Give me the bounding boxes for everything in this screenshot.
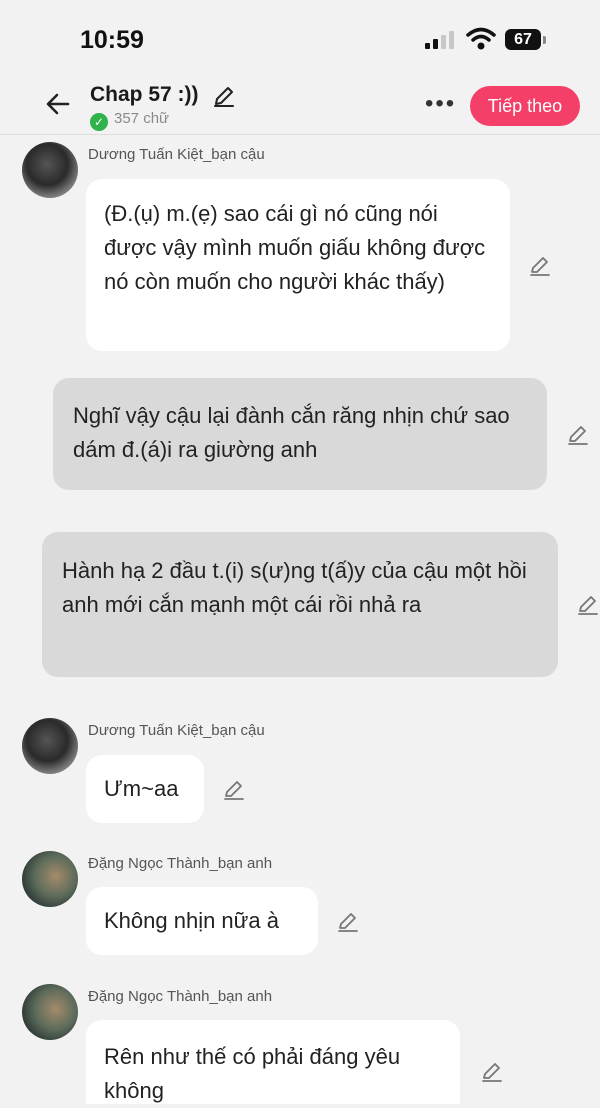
sender-name: Dương Tuấn Kiệt_bạn cậu [88,722,265,739]
header-divider [0,134,600,135]
narration-bubble[interactable]: Hành hạ 2 đầu t.(i) s(ư)ng t(ấ)y của cậu… [42,532,558,677]
edit-message-pencil-icon[interactable] [566,423,590,447]
message-bubble[interactable]: Rên như thế có phải đáng yêu không [86,1020,460,1104]
wifi-icon [466,27,496,50]
battery-nub [543,36,546,44]
word-count: ✓ 357 chữ [90,110,169,131]
next-chapter-button[interactable]: Tiếp theo [470,86,580,126]
status-time: 10:59 [80,26,144,54]
sender-name: Đặng Ngọc Thành_bạn anh [88,855,273,872]
edit-title-pencil-icon[interactable] [212,84,236,108]
avatar-kiet [22,142,78,198]
avatar-thanh [22,984,78,1040]
chapter-title: Chap 57 :)) [90,83,199,106]
edit-message-pencil-icon[interactable] [480,1060,504,1084]
sender-name: Đặng Ngọc Thành_bạn anh [88,988,273,1005]
message-bubble[interactable]: Không nhịn nữa à [86,887,318,955]
edit-message-pencil-icon[interactable] [336,910,360,934]
check-circle-icon: ✓ [90,113,108,131]
sender-name: Dương Tuấn Kiệt_bạn cậu [88,146,265,163]
more-options-icon[interactable]: ••• [425,90,456,118]
message-bubble[interactable]: (Đ.(ụ) m.(ẹ) sao cái gì nó cũng nói được… [86,179,510,351]
avatar-thanh [22,851,78,907]
message-bubble[interactable]: Ưm~aa [86,755,204,823]
status-bar: 10:59 67 [0,0,600,80]
chapter-header: Chap 57 :)) ✓ 357 chữ ••• Tiếp theo [0,80,600,136]
avatar-kiet [22,718,78,774]
word-count-text: 357 chữ [114,110,170,127]
narration-bubble[interactable]: Nghĩ vậy cậu lại đành cắn răng nhịn chứ … [53,378,547,490]
battery-level: 67 [505,29,541,50]
cellular-signal-icon [425,31,454,49]
edit-message-pencil-icon[interactable] [576,593,600,617]
back-arrow-icon[interactable] [44,90,72,118]
edit-message-pencil-icon[interactable] [222,778,246,802]
edit-message-pencil-icon[interactable] [528,254,552,278]
